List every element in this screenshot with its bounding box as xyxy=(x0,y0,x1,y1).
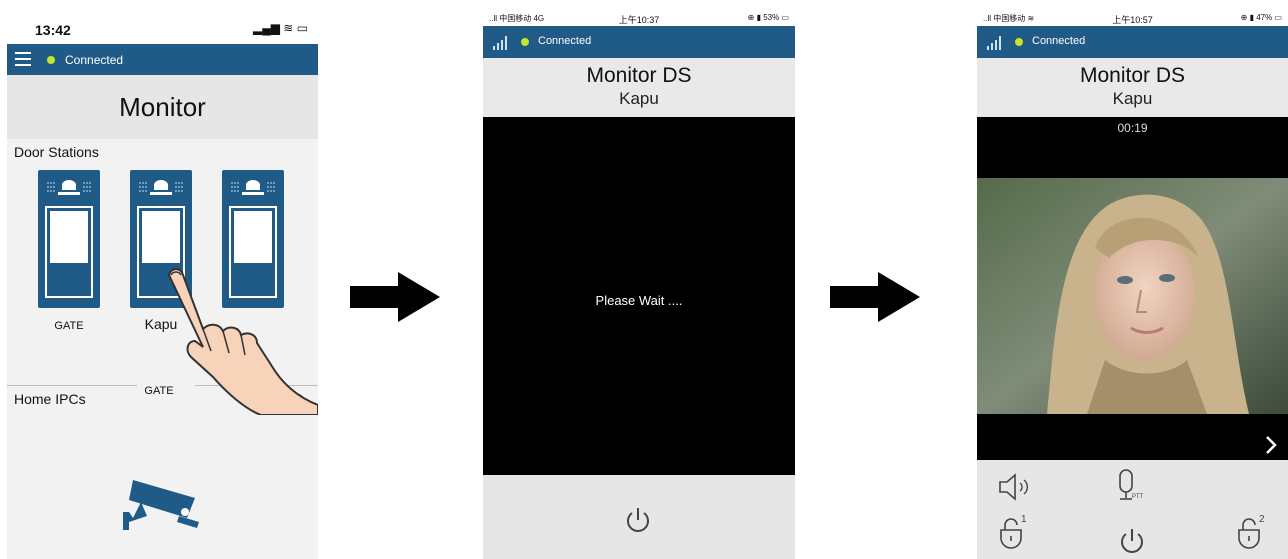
status-indicators: ⊕ ▮ 47% ▭ xyxy=(1240,13,1282,22)
connection-status: Connected xyxy=(1032,35,1086,47)
status-bar: ..ll 中国移动 4G 上午10:37 ⊕ ▮ 53% ▭ xyxy=(483,10,795,26)
door-station-label: GATE xyxy=(54,320,84,332)
home-ipcs-heading: Home IPCs xyxy=(14,391,86,407)
unlock-2-button[interactable]: 2 xyxy=(1235,514,1275,556)
unlock-1-label: 1 xyxy=(1021,514,1027,525)
monitor-ds-live-screen: ..ll 中国移动 ≋ 上午10:57 ⊕ ▮ 47% ▭ Connected … xyxy=(977,10,1288,559)
status-bar: ..ll 中国移动 ≋ 上午10:57 ⊕ ▮ 47% ▭ xyxy=(977,10,1288,26)
status-bar: 13:42 ▂▄▆ ≋ ▭ xyxy=(7,10,318,44)
control-bar xyxy=(483,475,795,559)
speaker-icon[interactable] xyxy=(997,472,1035,502)
page-header: Monitor DS Kapu xyxy=(977,58,1288,116)
status-time: 上午10:37 xyxy=(618,15,660,25)
arrow-right-icon xyxy=(830,272,920,322)
status-indicators: ▂▄▆ ≋ ▭ xyxy=(252,21,308,35)
please-wait-text: Please Wait .... xyxy=(595,293,683,308)
signal-icon xyxy=(493,36,509,50)
connection-status: Connected xyxy=(538,35,592,47)
call-timer: 00:19 xyxy=(1117,121,1148,135)
page-title: Monitor DS xyxy=(1079,64,1186,87)
unlock-2-label: 2 xyxy=(1259,514,1265,525)
connection-status: Connected xyxy=(65,53,124,67)
status-carrier: ..ll 中国移动 4G xyxy=(489,14,545,23)
control-panel: PTT 1 2 xyxy=(977,460,1288,559)
connected-dot-icon xyxy=(1015,38,1023,46)
arrow-right-icon xyxy=(350,272,440,322)
status-carrier: ..ll 中国移动 ≋ xyxy=(983,14,1035,23)
page-subtitle: Kapu xyxy=(619,89,659,108)
unlock-1-button[interactable]: 1 xyxy=(997,514,1037,556)
camera-lens-icon xyxy=(154,180,168,190)
cctv-camera-icon xyxy=(123,480,199,530)
connected-dot-icon xyxy=(47,56,55,64)
connection-bar: Connected xyxy=(7,44,318,75)
video-view: Please Wait .... xyxy=(483,117,795,475)
door-station-gate[interactable] xyxy=(38,170,100,308)
connected-dot-icon xyxy=(521,38,529,46)
page-title: Monitor xyxy=(7,75,318,139)
page-title: Monitor DS xyxy=(586,64,692,87)
monitor-screen: 13:42 ▂▄▆ ≋ ▭ Connected Monitor Door Sta… xyxy=(7,10,318,559)
chevron-right-icon[interactable] xyxy=(1264,435,1278,455)
hamburger-menu-icon[interactable] xyxy=(15,52,31,66)
status-time: 上午10:57 xyxy=(1112,15,1153,25)
ptt-label: PTT xyxy=(1132,494,1144,500)
page-subtitle: Kapu xyxy=(1112,89,1153,108)
power-icon[interactable] xyxy=(623,505,653,535)
camera-lens-icon xyxy=(62,180,76,190)
signal-icon xyxy=(987,36,1003,50)
status-indicators: ⊕ ▮ 53% ▭ xyxy=(747,13,789,22)
monitor-ds-connecting-screen: ..ll 中国移动 4G 上午10:37 ⊕ ▮ 53% ▭ Connected… xyxy=(483,10,795,559)
push-to-talk-button[interactable]: PTT xyxy=(1113,468,1153,508)
camera-feed-image xyxy=(977,178,1288,414)
camera-lens-icon xyxy=(246,180,260,190)
page-header: Monitor DS Kapu xyxy=(483,58,795,116)
door-stations-heading: Door Stations xyxy=(14,144,99,160)
status-time: 13:42 xyxy=(35,22,71,38)
connection-bar: Connected xyxy=(977,26,1288,58)
power-icon[interactable] xyxy=(1117,526,1147,556)
connection-bar: Connected xyxy=(483,26,795,58)
divider xyxy=(7,385,137,386)
video-view: 00:19 xyxy=(977,117,1288,460)
pointing-hand-icon xyxy=(167,268,318,415)
